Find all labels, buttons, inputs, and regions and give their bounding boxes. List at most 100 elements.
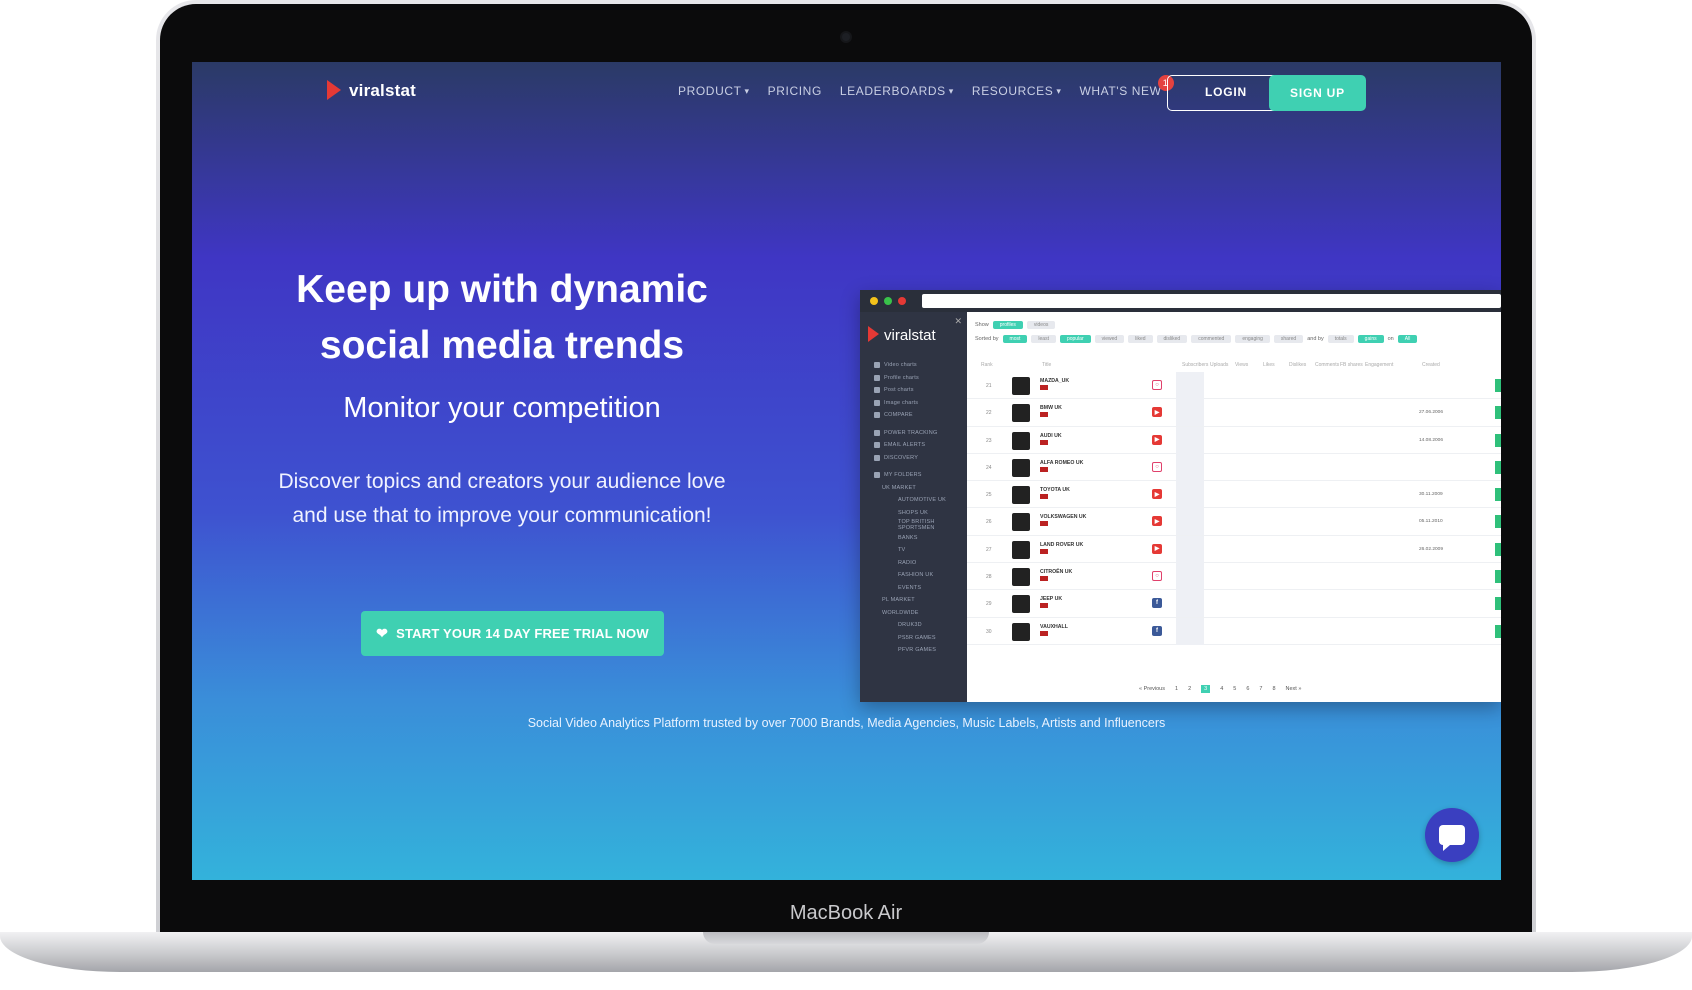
sidebar-item[interactable]: AUTOMOTIVE UK (874, 494, 964, 507)
row-title[interactable]: AUDI UK (1040, 433, 1062, 439)
column-header[interactable]: Views (1235, 362, 1248, 368)
login-button[interactable]: LOGIN (1167, 75, 1285, 111)
sort-tab[interactable]: least (1031, 335, 1056, 343)
row-title[interactable]: VAUXHALL (1040, 624, 1068, 630)
sidebar-item[interactable]: POWER TRACKING (874, 427, 964, 440)
table-row[interactable]: 22 BMW UK ▶ 27.06.2006 (967, 399, 1501, 427)
table-row[interactable]: 23 AUDI UK ▶ 14.08.2006 (967, 426, 1501, 454)
row-title[interactable]: CITROËN UK (1040, 569, 1072, 575)
table-row[interactable]: 28 CITROËN UK ○ (967, 563, 1501, 591)
sidebar-item[interactable]: EVENTS (874, 582, 964, 595)
column-header[interactable]: Uploads (1210, 362, 1228, 368)
sidebar-item[interactable]: FASHION UK (874, 569, 964, 582)
page-link[interactable]: 4 (1220, 686, 1223, 692)
row-action-bar[interactable] (1495, 570, 1501, 584)
page-link[interactable]: 5 (1233, 686, 1236, 692)
sidebar-item[interactable]: Video charts (874, 359, 964, 372)
row-title[interactable]: LAND ROVER UK (1040, 542, 1083, 548)
sidebar-item[interactable]: WORLDWIDE (874, 607, 964, 620)
row-action-bar[interactable] (1495, 597, 1501, 611)
sidebar-item[interactable]: DRUK3D (874, 619, 964, 632)
sidebar-item[interactable]: Image charts (874, 397, 964, 410)
page-link[interactable]: Next » (1286, 686, 1302, 692)
free-trial-button[interactable]: ❤ START YOUR 14 DAY FREE TRIAL NOW (361, 611, 664, 656)
row-action-bar[interactable] (1495, 433, 1501, 447)
and-by-tab[interactable]: totals (1327, 335, 1354, 343)
column-header[interactable]: Subscribers (1182, 362, 1208, 368)
sort-tab[interactable]: liked (1128, 335, 1153, 343)
row-title[interactable]: JEEP UK (1040, 596, 1062, 602)
column-header[interactable]: Title (1042, 362, 1051, 368)
on-tab[interactable]: All (1397, 335, 1418, 343)
page-link[interactable]: « Previous (1139, 686, 1165, 692)
row-action-bar[interactable] (1495, 542, 1501, 556)
row-title[interactable]: ALFA ROMEO UK (1040, 460, 1083, 466)
row-title[interactable]: MAZDA_UK (1040, 378, 1069, 384)
column-header[interactable]: Engagement (1365, 362, 1393, 368)
sidebar-item[interactable]: PL MARKET (874, 594, 964, 607)
page-link[interactable]: 3 (1201, 685, 1211, 693)
sort-tab[interactable]: most (1002, 335, 1028, 343)
sidebar-item[interactable]: SHOPS UK (874, 507, 964, 520)
row-action-bar[interactable] (1495, 379, 1501, 392)
site-logo[interactable]: viralstat (327, 80, 416, 102)
sort-tab[interactable]: viewed (1094, 335, 1125, 343)
sidebar-item[interactable]: COMPARE (874, 409, 964, 422)
sidebar-item[interactable]: PS5R GAMES (874, 632, 964, 645)
sidebar-item[interactable]: DISCOVERY (874, 452, 964, 465)
chat-button[interactable] (1425, 808, 1479, 862)
column-header[interactable]: Rank (981, 362, 993, 368)
sort-tab[interactable]: shared (1273, 335, 1304, 343)
row-action-bar[interactable] (1495, 515, 1501, 529)
and-by-tab[interactable]: gains (1357, 335, 1384, 343)
table-row[interactable]: 24 ALFA ROMEO UK ○ (967, 453, 1501, 482)
table-row[interactable]: 25 TOYOTA UK ▶ 30.11.2009 (967, 481, 1501, 509)
row-title[interactable]: TOYOTA UK (1040, 487, 1070, 493)
table-row[interactable]: 27 LAND ROVER UK ▶ 26.02.2009 (967, 535, 1501, 564)
column-header[interactable]: Comments (1315, 362, 1339, 368)
show-tab[interactable]: videos (1026, 321, 1056, 329)
column-header[interactable]: Created (1422, 362, 1440, 368)
nav-leaderboards[interactable]: LEADERBOARDS ▾ (840, 84, 954, 98)
page-link[interactable]: 7 (1259, 686, 1262, 692)
sidebar-item[interactable]: MY FOLDERS (874, 469, 964, 482)
sidebar-item[interactable]: TV (874, 544, 964, 557)
table-row[interactable]: 29 JEEP UK f (967, 590, 1501, 618)
page-link[interactable]: 6 (1246, 686, 1249, 692)
page-link[interactable]: 1 (1175, 686, 1178, 692)
row-action-bar[interactable] (1495, 488, 1501, 502)
hero-body: Discover topics and creators your audien… (232, 465, 772, 533)
row-action-bar[interactable] (1495, 624, 1501, 638)
row-title[interactable]: VOLKSWAGEN UK (1040, 514, 1086, 520)
nav-product[interactable]: PRODUCT ▾ (678, 84, 750, 98)
sidebar-item[interactable]: RADIO (874, 557, 964, 570)
row-action-bar[interactable] (1495, 460, 1501, 474)
signup-button[interactable]: SIGN UP (1269, 75, 1366, 111)
show-tab[interactable]: profiles (992, 321, 1023, 329)
sidebar-item[interactable]: PFVR GAMES (874, 644, 964, 657)
row-title[interactable]: BMW UK (1040, 405, 1062, 411)
site-logo-text: viralstat (349, 81, 417, 100)
sidebar-item[interactable]: Profile charts (874, 372, 964, 385)
nav-pricing[interactable]: PRICING (768, 84, 822, 98)
nav-whats-new[interactable]: WHAT'S NEW 1 (1079, 75, 1174, 98)
sidebar-item[interactable]: Post charts (874, 384, 964, 397)
nav-resources[interactable]: RESOURCES ▾ (972, 84, 1062, 98)
column-header[interactable]: Dislikes (1289, 362, 1306, 368)
sidebar-item[interactable]: EMAIL ALERTS (874, 439, 964, 452)
sort-tab[interactable]: popular (1059, 335, 1091, 343)
column-header[interactable]: Likes (1263, 362, 1275, 368)
sidebar-item[interactable]: TOP BRITISH SPORTSMEN (874, 519, 964, 532)
page-link[interactable]: 8 (1272, 686, 1275, 692)
sort-tab[interactable]: engaging (1235, 335, 1270, 343)
sidebar-item[interactable]: UK MARKET (874, 482, 964, 495)
table-row[interactable]: 30 VAUXHALL f (967, 617, 1501, 645)
page-link[interactable]: 2 (1188, 686, 1191, 692)
row-action-bar[interactable] (1495, 406, 1501, 420)
table-row[interactable]: 26 VOLKSWAGEN UK ▶ 05.11.2010 (967, 508, 1501, 536)
sort-tab[interactable]: commented (1191, 335, 1232, 343)
sort-tab[interactable]: disliked (1156, 335, 1188, 343)
sidebar-item[interactable]: BANKS (874, 532, 964, 545)
table-row[interactable]: 21 MAZDA_UK ○ (967, 372, 1501, 400)
column-header[interactable]: FB shares (1340, 362, 1363, 368)
